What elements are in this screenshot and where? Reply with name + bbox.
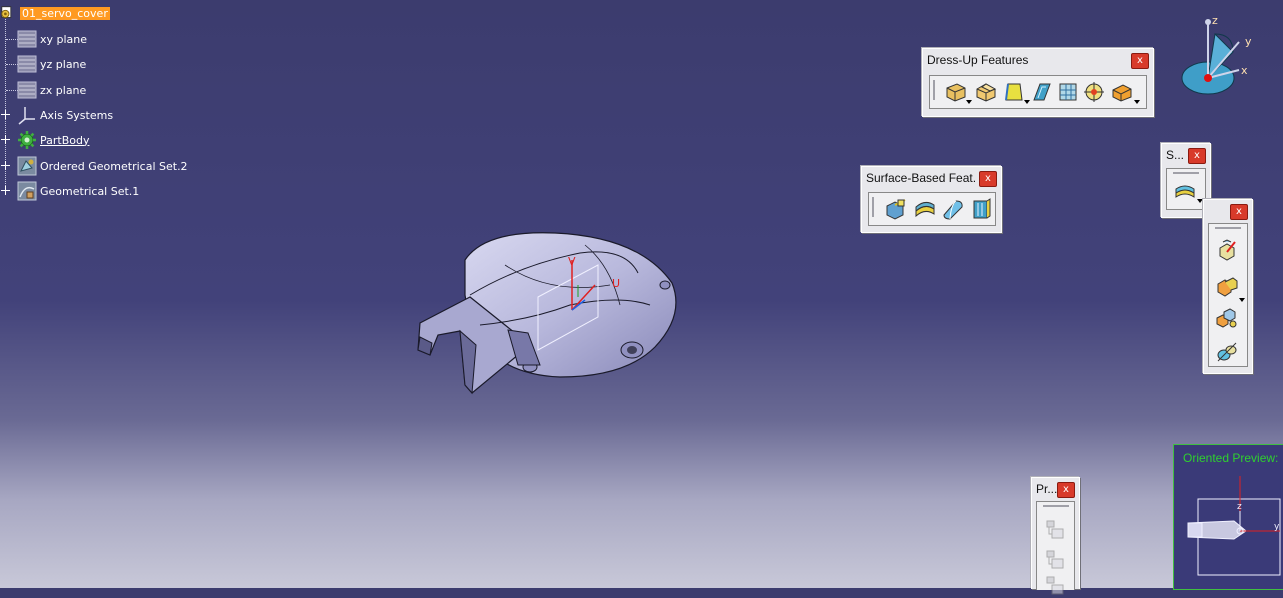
toolbar-title[interactable]: S... xyxy=(1166,146,1190,164)
toolbar-grip[interactable] xyxy=(1173,172,1199,174)
specification-tree: 01_servo_cover xy plane yz plane zx plan… xyxy=(0,0,260,210)
toolbar-grip[interactable] xyxy=(1043,505,1069,507)
product-toolbar[interactable]: Pr... x xyxy=(1031,477,1080,595)
tree-item-label: Geometrical Set.1 xyxy=(40,184,140,198)
tree-item-label: Ordered Geometrical Set.2 xyxy=(40,159,188,173)
axis-system-icon xyxy=(18,107,35,125)
tree-item-partbody[interactable]: PartBody xyxy=(17,129,89,151)
split-icon[interactable] xyxy=(883,197,907,221)
product-icon[interactable] xyxy=(1043,518,1067,542)
dressup-features-toolbar[interactable]: Dress-Up Features x xyxy=(922,48,1154,117)
product-icon[interactable] xyxy=(1043,548,1067,572)
expand-icon[interactable] xyxy=(1,161,10,170)
plane-icon xyxy=(17,55,37,73)
tree-item-axis-systems[interactable]: Axis Systems xyxy=(17,104,113,126)
svg-text:y: y xyxy=(1274,522,1280,532)
mirror-icon[interactable] xyxy=(1215,274,1239,298)
product-icon[interactable] xyxy=(1043,574,1067,598)
toolbar-body xyxy=(1036,501,1075,595)
expand-icon[interactable] xyxy=(1,135,10,144)
tree-item-label: xy plane xyxy=(40,32,88,46)
pattern-icon[interactable] xyxy=(1215,306,1239,330)
plane-icon xyxy=(17,81,37,99)
ordered-geoset-icon xyxy=(17,156,37,176)
edge-fillet-icon[interactable] xyxy=(944,80,968,104)
partbody-gear-icon xyxy=(18,131,36,149)
dropdown-arrow-icon[interactable] xyxy=(966,100,972,104)
dropdown-arrow-icon[interactable] xyxy=(1134,100,1140,104)
servo-cover-model[interactable]: V U xyxy=(410,225,690,400)
thread-icon[interactable] xyxy=(1082,80,1106,104)
tree-root-label: 01_servo_cover xyxy=(20,6,110,20)
chamfer-icon[interactable] xyxy=(974,80,998,104)
toolbar-title[interactable]: Dress-Up Features xyxy=(927,51,1129,69)
tree-item-label: zx plane xyxy=(40,83,87,97)
toolbar-title[interactable]: Surface-Based Feat... xyxy=(866,169,977,187)
svg-text:V: V xyxy=(568,255,576,268)
close-button[interactable]: x xyxy=(1057,482,1075,498)
toolbar-title[interactable]: Pr... xyxy=(1036,480,1059,498)
toolbar-body xyxy=(1208,223,1248,367)
tree-item-xy-plane[interactable]: xy plane xyxy=(17,28,87,50)
tree-item-geoset[interactable]: Geometrical Set.1 xyxy=(17,180,139,202)
thickness-icon[interactable] xyxy=(1056,80,1080,104)
svg-text:z: z xyxy=(1237,502,1242,512)
tree-root[interactable]: 01_servo_cover xyxy=(0,2,110,24)
preview-viewport[interactable]: z y xyxy=(1174,471,1283,589)
oriented-preview-panel[interactable]: Oriented Preview: z y xyxy=(1173,444,1283,590)
part-icon xyxy=(1,6,12,18)
sew-surface-icon[interactable] xyxy=(969,197,993,221)
tree-item-zx-plane[interactable]: zx plane xyxy=(17,79,86,101)
tree-item-ordered-geoset[interactable]: Ordered Geometrical Set.2 xyxy=(17,155,188,177)
close-button[interactable]: x xyxy=(979,171,997,187)
close-button[interactable]: x xyxy=(1188,148,1206,164)
translation-icon[interactable] xyxy=(1215,238,1239,262)
toolbar-title[interactable] xyxy=(1208,202,1232,220)
plane-icon xyxy=(17,30,37,48)
close-button[interactable]: x xyxy=(1230,204,1248,220)
thick-surface-icon[interactable] xyxy=(913,197,937,221)
toolbar-body xyxy=(868,192,996,226)
scaling-icon[interactable] xyxy=(1215,340,1239,364)
toolbar-grip[interactable] xyxy=(1215,227,1241,229)
close-button[interactable]: x xyxy=(1131,53,1149,69)
toolbar-body xyxy=(929,75,1147,109)
surface-based-features-toolbar[interactable]: Surface-Based Feat... x xyxy=(861,166,1002,233)
compass-x-label: x xyxy=(1241,64,1248,77)
expand-icon[interactable] xyxy=(1,110,10,119)
compass-y-label: y xyxy=(1245,35,1252,48)
compass-z-label: z xyxy=(1212,14,1218,27)
geoset-icon xyxy=(17,181,37,201)
close-surface-icon[interactable] xyxy=(941,197,965,221)
toolbar-grip[interactable] xyxy=(933,80,935,100)
dropdown-arrow-icon[interactable] xyxy=(1024,100,1030,104)
toolbar-grip[interactable] xyxy=(872,197,874,217)
dropdown-arrow-icon[interactable] xyxy=(1239,298,1245,302)
tree-item-label: yz plane xyxy=(40,57,87,71)
svg-text:U: U xyxy=(612,277,620,290)
remove-face-icon[interactable] xyxy=(1110,80,1134,104)
preview-title: Oriented Preview: xyxy=(1174,445,1283,471)
shell-icon[interactable] xyxy=(1030,80,1054,104)
transformation-features-toolbar[interactable]: x xyxy=(1203,199,1253,374)
tree-item-label: PartBody xyxy=(40,133,90,147)
tree-item-yz-plane[interactable]: yz plane xyxy=(17,53,86,75)
tree-item-label: Axis Systems xyxy=(40,108,114,122)
toolbar-body xyxy=(1166,168,1206,210)
sketch-based-icon[interactable] xyxy=(1173,179,1197,203)
draft-icon[interactable] xyxy=(1002,80,1026,104)
compass-widget[interactable]: z y x xyxy=(1175,12,1265,102)
expand-icon[interactable] xyxy=(1,186,10,195)
